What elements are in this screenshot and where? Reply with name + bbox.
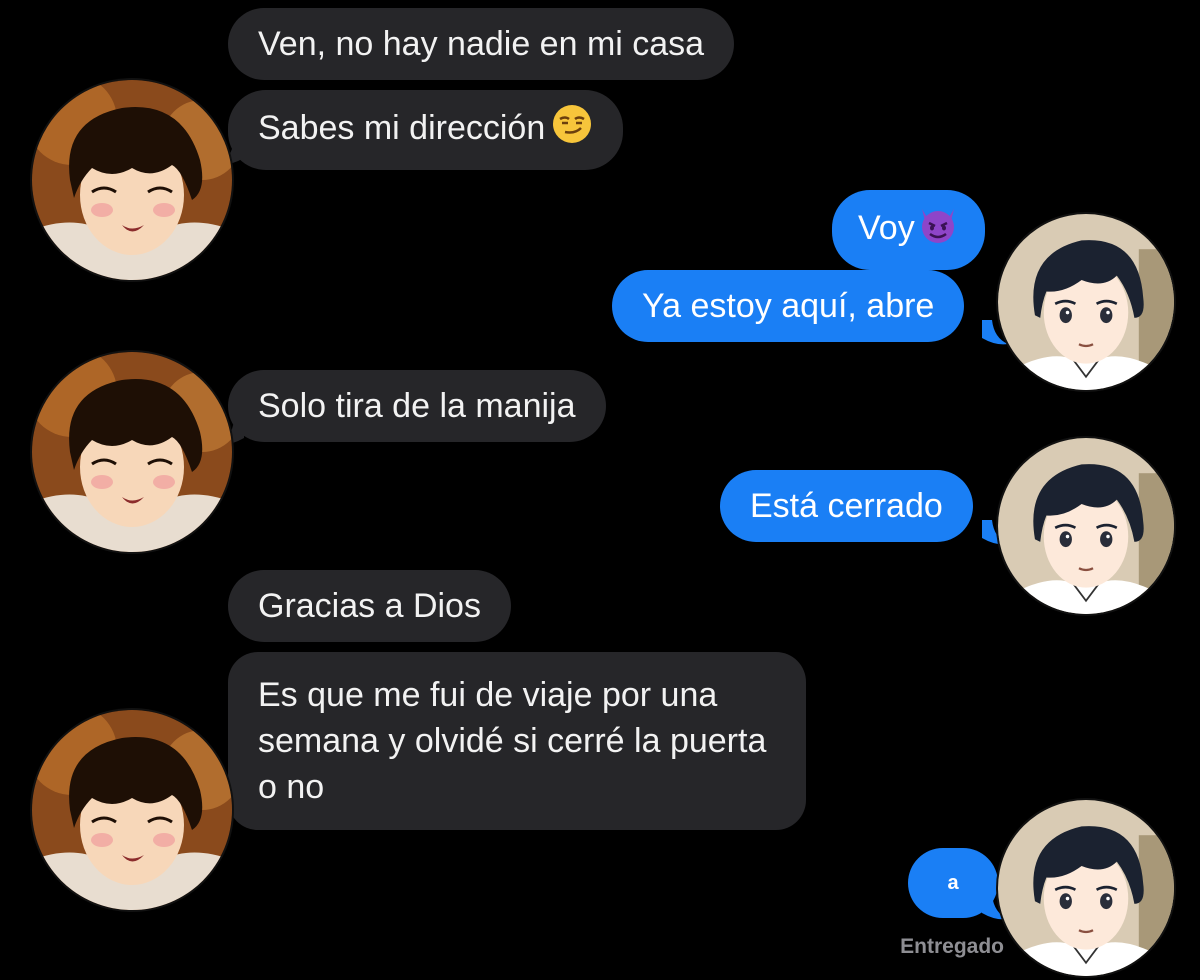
message-text: Gracias a Dios (258, 587, 481, 625)
message-text: Sabes mi dirección (258, 108, 546, 147)
outgoing-message-bubble[interactable]: Ya estoy aquí, abre (612, 270, 965, 342)
message-text: Es que me fui de viaje por una semana y … (258, 676, 767, 806)
message-text: Ven, no hay nadie en mi casa (258, 25, 705, 63)
anime-boy-black-hair-avatar-icon (998, 800, 1174, 976)
message-text: Solo tira de la manija (258, 387, 576, 425)
smiling-imp-icon (917, 203, 959, 257)
contact-avatar[interactable] (32, 80, 232, 280)
anime-boy-black-hair-avatar-icon (998, 214, 1174, 390)
incoming-message-bubble[interactable]: Gracias a Dios (228, 570, 511, 642)
contact-avatar[interactable] (32, 352, 232, 552)
incoming-message-bubble[interactable]: Ven, no hay nadie en mi casa (228, 8, 735, 80)
smirking-face-icon (551, 103, 593, 157)
message-text: a (947, 872, 959, 894)
self-avatar[interactable] (998, 438, 1174, 614)
self-avatar[interactable] (998, 214, 1174, 390)
incoming-message-bubble[interactable]: Es que me fui de viaje por una semana y … (228, 652, 806, 830)
message-text: Ya estoy aquí, abre (642, 287, 935, 325)
incoming-message-bubble[interactable]: Sabes mi dirección (228, 90, 624, 170)
delivery-status: Entregado (900, 935, 1004, 958)
outgoing-message-bubble[interactable]: Está cerrado (720, 470, 973, 542)
anime-boy-black-hair-avatar-icon (998, 438, 1174, 614)
contact-avatar[interactable] (32, 710, 232, 910)
incoming-message-bubble[interactable]: Solo tira de la manija (228, 370, 606, 442)
self-avatar[interactable] (998, 800, 1174, 976)
anime-boy-blushing-avatar-icon (32, 352, 232, 552)
message-text: Voy (858, 208, 915, 247)
anime-boy-blushing-avatar-icon (32, 80, 232, 280)
message-text: Está cerrado (750, 487, 943, 525)
anime-boy-blushing-avatar-icon (32, 710, 232, 910)
outgoing-message-bubble[interactable]: Voy (832, 190, 985, 270)
